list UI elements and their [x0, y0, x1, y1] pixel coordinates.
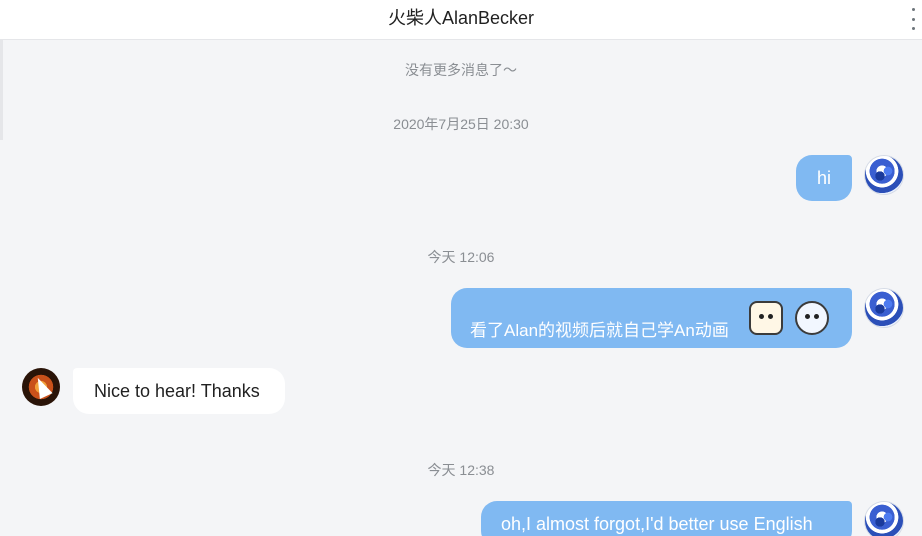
- conversation-title: 火柴人AlanBecker: [387, 8, 535, 28]
- no-more-messages: 没有更多消息了～: [405, 62, 517, 78]
- self-avatar[interactable]: [865, 156, 903, 194]
- message-bubble-self[interactable]: 看了Alan的视频后就自己学An动画: [451, 288, 852, 348]
- cry-emote-icon: [795, 301, 829, 335]
- cursor-icon: [31, 374, 53, 400]
- message-text: oh,I almost forgot,I'd better use Englis…: [501, 514, 813, 534]
- doge-emote-icon: [749, 301, 783, 335]
- timestamp: 2020年7月25日 20:30: [393, 116, 529, 132]
- message-bubble-self[interactable]: oh,I almost forgot,I'd better use Englis…: [481, 501, 852, 536]
- message-text: 看了Alan的视频后就自己学An动画: [470, 321, 729, 340]
- timestamp: 今天 12:06: [427, 249, 495, 265]
- message-text: Nice to hear! Thanks: [94, 381, 260, 401]
- message-text: hi: [816, 168, 831, 188]
- self-avatar[interactable]: [865, 289, 903, 327]
- message-bubble-self[interactable]: hi: [796, 155, 852, 201]
- timestamp: 今天 12:38: [427, 462, 495, 478]
- other-avatar[interactable]: [22, 368, 60, 406]
- message-bubble-other[interactable]: Nice to hear! Thanks: [73, 368, 285, 414]
- self-avatar[interactable]: [865, 502, 903, 536]
- chat-header: 火柴人AlanBecker: [0, 0, 922, 40]
- more-options-icon[interactable]: [908, 8, 918, 30]
